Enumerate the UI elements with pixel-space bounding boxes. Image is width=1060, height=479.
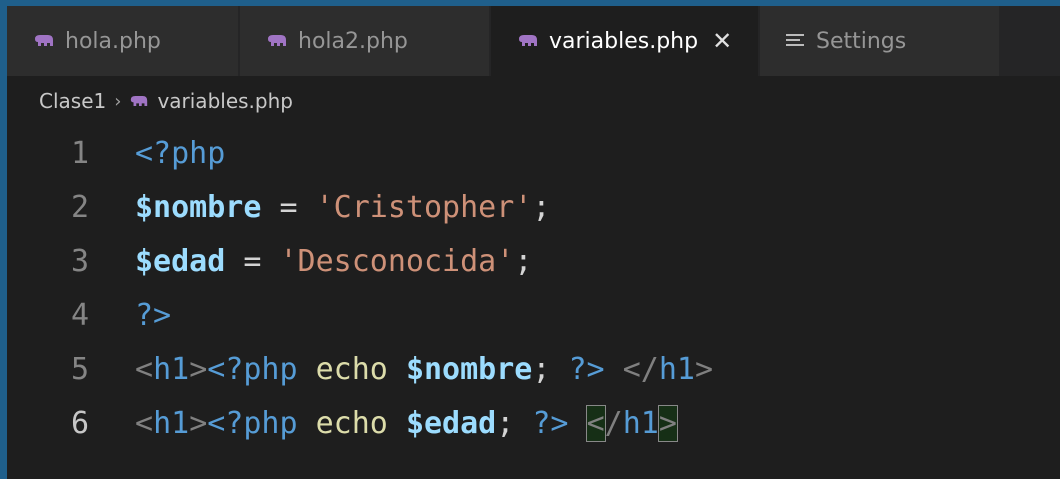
code-token: $nombre bbox=[405, 351, 533, 387]
code-token: h1 bbox=[658, 351, 695, 387]
tab-label: hola.php bbox=[65, 28, 161, 54]
code-token: ; bbox=[514, 243, 533, 279]
code-token: h1 bbox=[153, 405, 190, 441]
tab-label: Settings bbox=[816, 28, 907, 54]
breadcrumb-file[interactable]: variables.php bbox=[157, 89, 293, 113]
code-token: < bbox=[135, 405, 154, 441]
code-content: $edad = 'Desconocida'; bbox=[135, 244, 532, 279]
code-token: <?php bbox=[207, 351, 298, 387]
code-content: ?> bbox=[135, 298, 171, 333]
php-elephant-icon bbox=[33, 34, 55, 48]
line-number: 1 bbox=[70, 135, 89, 171]
tab-variables-php[interactable]: variables.php ✕ bbox=[491, 6, 759, 76]
code-line[interactable]: 4 ?> bbox=[7, 288, 171, 342]
code-token: 'Cristopher' bbox=[315, 189, 533, 225]
code-content: $nombre = 'Cristopher'; bbox=[135, 190, 550, 225]
code-token: $edad bbox=[405, 405, 497, 441]
code-token: < bbox=[135, 351, 154, 387]
code-line[interactable]: 2 $nombre = 'Cristopher'; bbox=[7, 180, 551, 234]
bracket-match-highlight: > bbox=[657, 404, 678, 442]
editor-window: hola.php hola2.php variables.php ✕ Setti… bbox=[0, 0, 1060, 479]
code-token: h1 bbox=[153, 351, 190, 387]
tab-bar: hola.php hola2.php variables.php ✕ Setti… bbox=[7, 6, 1060, 76]
code-token: = bbox=[225, 243, 280, 279]
code-token: 'Desconocida' bbox=[279, 243, 515, 279]
line-number: 3 bbox=[70, 243, 89, 279]
code-token: > bbox=[694, 351, 713, 387]
code-token: <?php bbox=[135, 135, 226, 171]
line-number: 6 bbox=[70, 405, 89, 441]
code-token: </ bbox=[622, 351, 659, 387]
line-number: 5 bbox=[70, 351, 89, 387]
code-token: $edad bbox=[135, 243, 226, 279]
code-token: ?> bbox=[532, 405, 569, 441]
breadcrumb-folder[interactable]: Clase1 bbox=[39, 89, 106, 113]
code-token: ; bbox=[532, 351, 569, 387]
line-number: 4 bbox=[70, 297, 89, 333]
breadcrumb: Clase1 › variables.php bbox=[39, 88, 293, 114]
code-token: $nombre bbox=[135, 189, 262, 225]
code-token: echo bbox=[315, 405, 388, 441]
php-elephant-icon bbox=[266, 34, 288, 48]
code-line[interactable]: 1 <?php bbox=[7, 126, 225, 180]
code-line[interactable]: 5 <h1><?php echo $nombre; ?> </h1> bbox=[7, 342, 713, 396]
php-elephant-icon bbox=[129, 95, 149, 108]
code-line[interactable]: 3 $edad = 'Desconocida'; bbox=[7, 234, 532, 288]
code-editor[interactable]: 1 <?php 2 $nombre = 'Cristopher'; 3 $edad = '… bbox=[7, 126, 1060, 479]
php-elephant-icon bbox=[517, 34, 539, 48]
code-token: / bbox=[604, 405, 623, 441]
code-token: > bbox=[189, 405, 208, 441]
code-token: ; bbox=[532, 189, 551, 225]
tab-label: variables.php bbox=[549, 28, 699, 54]
code-content: <h1><?php echo $edad; ?> </h1> bbox=[135, 404, 678, 442]
code-content: <h1><?php echo $nombre; ?> </h1> bbox=[135, 352, 713, 387]
code-token: ; bbox=[496, 405, 533, 441]
code-token: h1 bbox=[622, 405, 659, 441]
close-icon[interactable]: ✕ bbox=[712, 27, 732, 55]
code-token: > bbox=[189, 351, 208, 387]
tab-settings[interactable]: Settings bbox=[760, 6, 1000, 76]
tab-hola-php[interactable]: hola.php bbox=[7, 6, 239, 76]
tab-label: hola2.php bbox=[298, 28, 408, 54]
code-line[interactable]: 6 <h1><?php echo $edad; ?> </h1> bbox=[7, 396, 678, 450]
bracket-match-highlight: < bbox=[585, 404, 606, 442]
settings-list-icon bbox=[786, 33, 804, 49]
code-token: = bbox=[261, 189, 316, 225]
line-number: 2 bbox=[70, 189, 89, 225]
tab-hola2-php[interactable]: hola2.php bbox=[240, 6, 490, 76]
code-token: ?> bbox=[135, 297, 172, 333]
code-token: echo bbox=[315, 351, 388, 387]
code-token: <?php bbox=[207, 405, 298, 441]
breadcrumb-separator: › bbox=[114, 90, 122, 112]
code-token: ?> bbox=[568, 351, 605, 387]
code-content: <?php bbox=[135, 136, 225, 171]
